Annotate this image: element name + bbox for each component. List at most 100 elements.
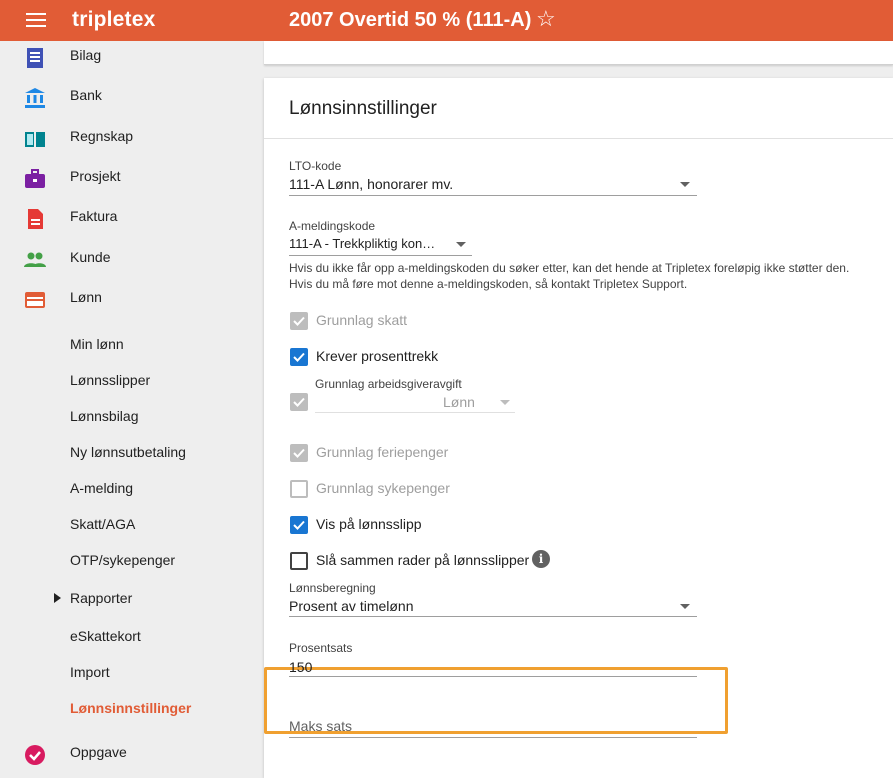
check-circle-icon bbox=[25, 745, 45, 765]
sidebar-item-bilag[interactable]: Bilag bbox=[0, 38, 264, 78]
top-app-bar: tripletex 2007 Overtid 50 % (111-A) ☆ bbox=[0, 0, 893, 41]
grunnlag-sykepenger-checkbox[interactable] bbox=[290, 480, 308, 498]
arbeidsgiveravgift-value: Lønn bbox=[443, 394, 475, 410]
checkmark-icon bbox=[293, 352, 305, 362]
lonnsberegning-label: Lønnsberegning bbox=[289, 581, 376, 595]
sla-sammen-rader-checkbox[interactable] bbox=[290, 552, 308, 570]
briefcase-icon bbox=[25, 169, 45, 188]
grunnlag-skatt-checkbox[interactable] bbox=[290, 312, 308, 330]
field-underline bbox=[315, 412, 515, 413]
sidebar-subitem-label: Min lønn bbox=[70, 336, 124, 352]
document-icon bbox=[27, 48, 43, 68]
sidebar-item-label: Kunde bbox=[70, 249, 111, 265]
prosentsats-label: Prosentsats bbox=[289, 641, 353, 655]
page-title: 2007 Overtid 50 % (111-A) bbox=[289, 9, 532, 31]
sla-sammen-rader-label: Slå sammen rader på lønnsslipper bbox=[316, 552, 530, 568]
dropdown-arrow-icon bbox=[680, 604, 690, 609]
card-title: Lønnsinnstillinger bbox=[289, 98, 437, 119]
book-icon bbox=[25, 132, 45, 147]
sidebar-item-label: Faktura bbox=[70, 208, 118, 224]
a-melding-help-text-2: Hvis du må føre mot denne a-meldingskode… bbox=[289, 277, 688, 291]
sidebar-subitem-eskattekort[interactable]: eSkattekort bbox=[0, 619, 264, 655]
lonnsberegning-value: Prosent av timelønn bbox=[289, 598, 414, 614]
krever-prosenttrekk-checkbox[interactable] bbox=[290, 348, 308, 366]
sidebar-subitem-ny-lonnsutbetaling[interactable]: Ny lønnsutbetaling bbox=[0, 435, 264, 471]
sidebar-item-kunde[interactable]: Kunde bbox=[0, 240, 264, 280]
vis-pa-lonnsslipp-label: Vis på lønnsslipp bbox=[316, 516, 422, 532]
dropdown-arrow-icon bbox=[456, 242, 466, 247]
field-underline bbox=[289, 616, 697, 617]
card-icon bbox=[25, 292, 45, 308]
sidebar-subitem-min-lonn[interactable]: Min lønn bbox=[0, 327, 264, 363]
sidebar-item-label: Oppgave bbox=[70, 744, 127, 760]
sidebar-subitem-label: Rapporter bbox=[70, 590, 133, 606]
sidebar-item-label: Bank bbox=[70, 87, 102, 103]
sidebar-item-label: Lønn bbox=[70, 289, 102, 305]
sidebar-item-regnskap[interactable]: Regnskap bbox=[0, 119, 264, 159]
sidebar-subitem-label: Lønnsinnstillinger bbox=[70, 700, 192, 716]
field-underline bbox=[289, 255, 472, 256]
sidebar-item-prosjekt[interactable]: Prosjekt bbox=[0, 159, 264, 199]
grunnlag-arbeidsgiveravgift-label: Grunnlag arbeidsgiveravgift bbox=[315, 377, 462, 391]
a-melding-code-label: A-meldingskode bbox=[289, 219, 376, 233]
sidebar-subitem-label: Lønnsbilag bbox=[70, 408, 139, 424]
sidebar-subitem-label: Import bbox=[70, 664, 110, 680]
expand-arrow-icon bbox=[54, 593, 61, 603]
vis-pa-lonnsslipp-checkbox[interactable] bbox=[290, 516, 308, 534]
lto-code-label: LTO-kode bbox=[289, 159, 342, 173]
sidebar-subitem-lonnsbilag[interactable]: Lønnsbilag bbox=[0, 399, 264, 435]
sidebar: Bilag Bank Regnskap Prosjekt Faktura Kun… bbox=[0, 38, 264, 765]
checkmark-icon bbox=[293, 397, 305, 407]
sidebar-subitem-otp-sykepenger[interactable]: OTP/sykepenger bbox=[0, 543, 264, 579]
bank-icon bbox=[25, 88, 45, 108]
sidebar-subitem-label: Lønnsslipper bbox=[70, 372, 151, 388]
favorite-star-icon[interactable]: ☆ bbox=[536, 6, 556, 32]
krever-prosenttrekk-label: Krever prosenttrekk bbox=[316, 348, 439, 364]
a-melding-code-value: 111-A - Trekkpliktig kon… bbox=[289, 236, 436, 251]
field-underline bbox=[289, 676, 697, 677]
sidebar-subitem-import[interactable]: Import bbox=[0, 655, 264, 691]
sidebar-item-lonn[interactable]: Lønn bbox=[0, 280, 264, 320]
sidebar-item-label: Bilag bbox=[70, 47, 102, 63]
menu-icon[interactable] bbox=[26, 13, 46, 27]
previous-card bbox=[264, 41, 893, 65]
main-content: Lønnsinnstillinger LTO-kode 111-A Lønn, … bbox=[264, 41, 893, 778]
maks-sats-placeholder: Maks sats bbox=[289, 718, 353, 734]
grunnlag-skatt-label: Grunnlag skatt bbox=[316, 312, 408, 328]
app-logo[interactable]: tripletex bbox=[72, 8, 156, 32]
field-underline bbox=[289, 737, 697, 738]
settings-card: Lønnsinnstillinger LTO-kode 111-A Lønn, … bbox=[264, 78, 893, 778]
info-icon[interactable]: i bbox=[532, 550, 550, 568]
grunnlag-sykepenger-label: Grunnlag sykepenger bbox=[316, 480, 450, 496]
sidebar-subitem-label: A-melding bbox=[70, 480, 134, 496]
sidebar-subitem-a-melding[interactable]: A-melding bbox=[0, 471, 264, 507]
sidebar-subitem-lonnsinnstillinger[interactable]: Lønnsinnstillinger bbox=[0, 691, 264, 727]
checkmark-icon bbox=[293, 520, 305, 530]
sidebar-item-label: Prosjekt bbox=[70, 168, 121, 184]
sidebar-subitem-lonnsslipper[interactable]: Lønnsslipper bbox=[0, 363, 264, 399]
grunnlag-feriepenger-label: Grunnlag feriepenger bbox=[316, 444, 449, 460]
grunnlag-arbeidsgiveravgift-checkbox[interactable] bbox=[290, 393, 308, 411]
sidebar-item-bank[interactable]: Bank bbox=[0, 78, 264, 118]
invoice-icon bbox=[28, 209, 43, 229]
divider bbox=[264, 138, 893, 139]
sidebar-item-faktura[interactable]: Faktura bbox=[0, 199, 264, 239]
a-melding-help-text: Hvis du ikke får opp a-meldingskoden du … bbox=[289, 261, 850, 275]
sidebar-subitem-label: Skatt/AGA bbox=[70, 516, 136, 532]
sidebar-subitem-label: Ny lønnsutbetaling bbox=[70, 444, 186, 460]
lto-code-value: 111-A Lønn, honorarer mv. bbox=[289, 176, 454, 192]
sidebar-subitem-label: OTP/sykepenger bbox=[70, 552, 176, 568]
dropdown-arrow-icon bbox=[680, 182, 690, 187]
prosentsats-value: 150 bbox=[289, 659, 313, 675]
grunnlag-feriepenger-checkbox[interactable] bbox=[290, 444, 308, 462]
sidebar-subitem-label: eSkattekort bbox=[70, 628, 141, 644]
checkmark-icon bbox=[293, 448, 305, 458]
dropdown-arrow-icon bbox=[500, 400, 510, 405]
checkmark-icon bbox=[293, 316, 305, 326]
sidebar-subitem-skatt-aga[interactable]: Skatt/AGA bbox=[0, 507, 264, 543]
sidebar-item-label: Regnskap bbox=[70, 128, 134, 144]
sidebar-item-oppgave[interactable]: Oppgave bbox=[0, 735, 264, 775]
field-underline bbox=[289, 195, 697, 196]
sidebar-subitem-rapporter[interactable]: Rapporter bbox=[0, 581, 264, 617]
people-icon bbox=[24, 252, 46, 267]
